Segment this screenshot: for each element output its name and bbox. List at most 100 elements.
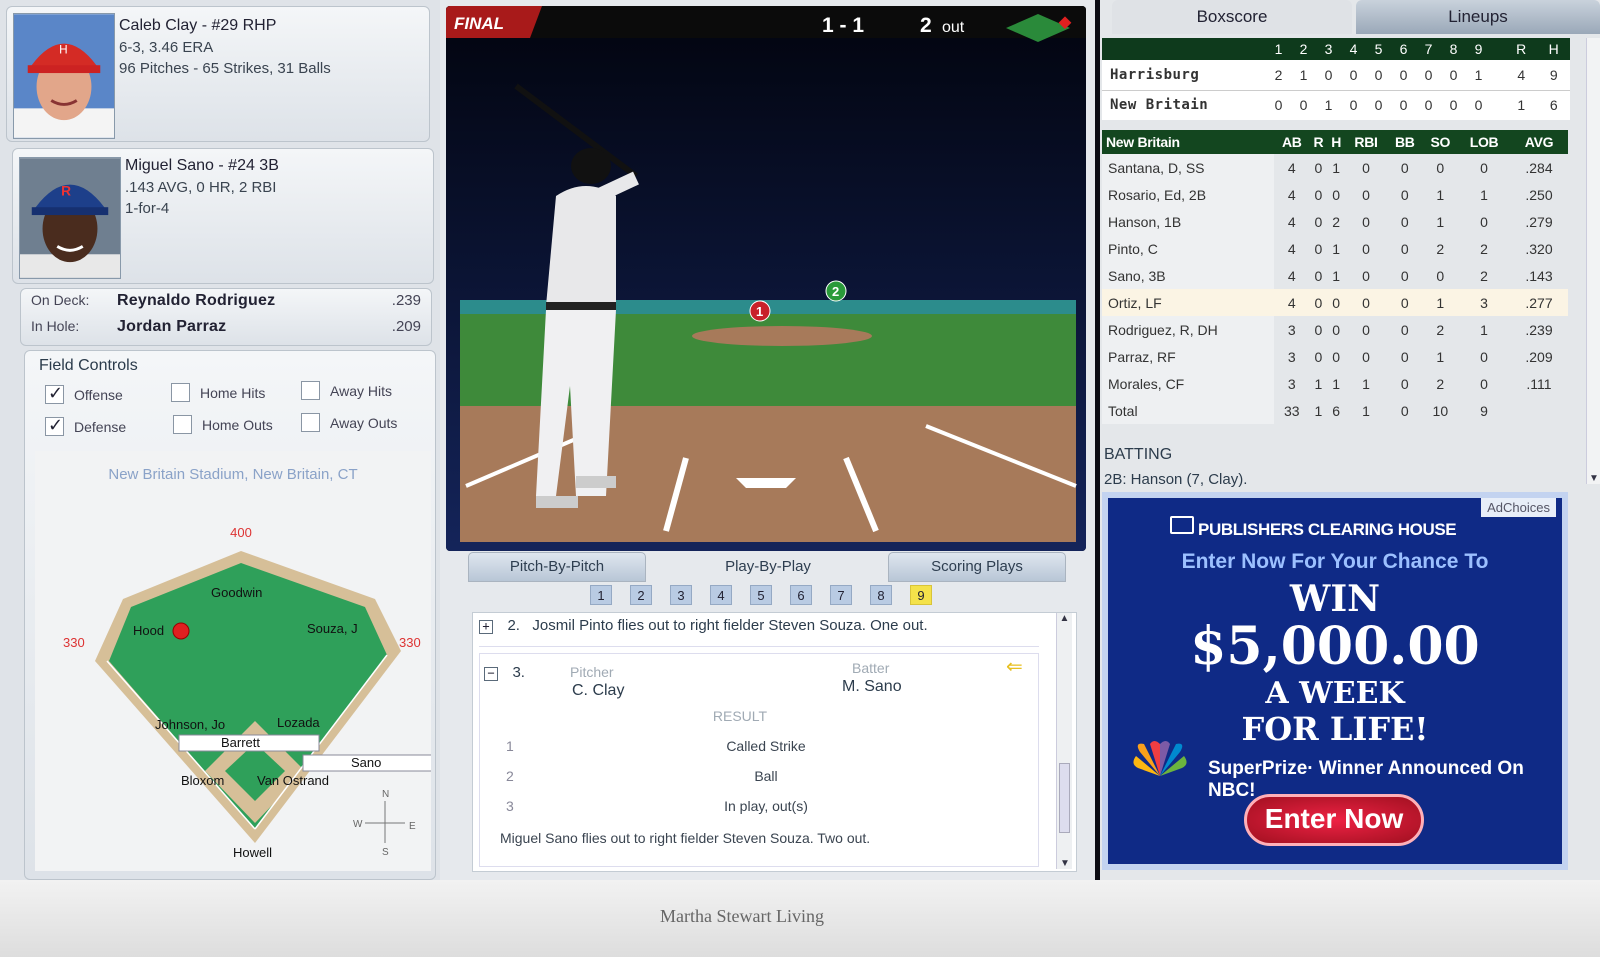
inning-button-8[interactable]: 8: [870, 585, 892, 605]
batter-marker-label[interactable]: Sano: [351, 755, 381, 770]
collapse-icon[interactable]: −: [484, 667, 498, 681]
fielder-rf[interactable]: Souza, J: [307, 621, 358, 636]
batter-row: Rodriguez, R, DH 3 0 0 0 0 2 1.239: [1102, 316, 1568, 343]
expand-icon[interactable]: +: [479, 620, 493, 634]
stat-avg: .239: [1525, 321, 1553, 338]
team-name[interactable]: New Britain: [1102, 90, 1266, 120]
away-hits-check-box[interactable]: [301, 381, 320, 400]
play-number: 2.: [507, 617, 520, 634]
stat-rbi: 0: [1362, 186, 1370, 203]
tab-scoring-plays[interactable]: Scoring Plays: [888, 552, 1066, 582]
adchoices-link[interactable]: AdChoices: [1481, 498, 1556, 517]
player-name[interactable]: Ortiz, LF: [1102, 289, 1274, 316]
defense-checkbox[interactable]: Defense: [45, 415, 127, 436]
fielder-1b[interactable]: Van Ostrand: [257, 773, 329, 788]
stat-so: 1: [1436, 186, 1445, 203]
stat-lob: 1: [1480, 321, 1488, 338]
player-name[interactable]: Morales, CF: [1102, 370, 1274, 397]
fielder-c[interactable]: Howell: [233, 845, 272, 860]
inning-score: 0: [1474, 97, 1483, 114]
tab-play-by-play[interactable]: Play-By-Play: [648, 552, 888, 582]
inning-score: 0: [1374, 97, 1383, 114]
in-hole-name[interactable]: Jordan Parraz: [117, 318, 373, 336]
home-hits-checkbox[interactable]: Home Hits: [171, 383, 265, 402]
player-name[interactable]: Sano, 3B: [1102, 262, 1274, 289]
inning-header: 5: [1366, 38, 1391, 60]
inning-button-6[interactable]: 6: [790, 585, 812, 605]
total-row: Total 33 1 6 1 0 10 9: [1102, 397, 1568, 424]
player-name[interactable]: Hanson, 1B: [1102, 208, 1274, 235]
inning-button-7[interactable]: 7: [830, 585, 852, 605]
stat-ab: 4: [1287, 240, 1296, 257]
runs-header: R: [1505, 38, 1538, 60]
fielder-lf[interactable]: Hood: [133, 623, 164, 638]
stat-rbi: 0: [1362, 213, 1370, 230]
boxscore-scrollbar[interactable]: ▼: [1586, 38, 1600, 484]
inning-score: 0: [1274, 97, 1283, 114]
batter-row: Rosario, Ed, 2B 4 0 0 0 0 1 1.250: [1102, 181, 1568, 208]
team-header[interactable]: New Britain: [1102, 130, 1274, 154]
stat-so: 2: [1436, 375, 1445, 392]
pbp-scrollbar[interactable]: ▲ ▼: [1056, 613, 1072, 869]
away-outs-check-box[interactable]: [301, 413, 320, 432]
inning-button-1[interactable]: 1: [590, 585, 612, 605]
player-name[interactable]: Rodriguez, R, DH: [1102, 316, 1274, 343]
batter-row: Santana, D, SS 4 0 1 0 0 0 0.284: [1102, 154, 1568, 181]
inning-button-9[interactable]: 9: [910, 585, 932, 605]
player-name[interactable]: Santana, D, SS: [1102, 154, 1274, 181]
on-deck-name[interactable]: Reynaldo Rodriguez: [117, 292, 373, 310]
batter-value[interactable]: M. Sano: [842, 678, 902, 696]
stat-r: 0: [1314, 213, 1323, 230]
in-hole-row: In Hole: Jordan Parraz .209: [31, 318, 421, 344]
defense-check-box[interactable]: [45, 415, 64, 436]
stadium-label: New Britain Stadium, New Britain, CT: [108, 466, 357, 483]
tab-lineups[interactable]: Lineups: [1356, 0, 1600, 34]
inning-score: 0: [1399, 97, 1408, 114]
stat-avg: .111: [1526, 375, 1552, 392]
inning-button-5[interactable]: 5: [750, 585, 772, 605]
scroll-up-icon[interactable]: ▲: [1057, 613, 1072, 624]
fielder-ss[interactable]: Johnson, Jo: [155, 717, 225, 732]
player-name[interactable]: Pinto, C: [1102, 235, 1274, 262]
enter-now-button[interactable]: Enter Now: [1244, 794, 1424, 846]
play-item-2[interactable]: + 2. Josmil Pinto flies out to right fie…: [479, 617, 1039, 647]
team-name[interactable]: Harrisburg: [1102, 60, 1266, 90]
defense-label: Defense: [74, 418, 127, 435]
ad-tagline: Enter Now For Your Chance To: [1181, 550, 1489, 573]
field-controls-title: Field Controls: [39, 357, 138, 374]
fielder-cf[interactable]: Goodwin: [211, 585, 262, 600]
advertisement[interactable]: AdChoices PUBLISHERS CLEARING HOUSE Ente…: [1102, 492, 1568, 870]
tab-pitch-by-pitch[interactable]: Pitch-By-Pitch: [468, 552, 646, 582]
player-name[interactable]: Parraz, RF: [1102, 343, 1274, 370]
stat-avg: .209: [1525, 348, 1553, 365]
fielder-2b[interactable]: Lozada: [277, 715, 320, 730]
footer-text[interactable]: Martha Stewart Living: [660, 906, 824, 927]
field-controls-card: Field Controls Offense Home Hits Away Hi…: [24, 350, 440, 880]
scroll-down-icon[interactable]: ▼: [1587, 473, 1600, 484]
inning-button-4[interactable]: 4: [710, 585, 732, 605]
home-hits-check-box[interactable]: [171, 383, 190, 402]
batter-today: 1-for-4: [125, 200, 170, 217]
inning-button-2[interactable]: 2: [630, 585, 652, 605]
scroll-down-icon[interactable]: ▼: [1057, 858, 1073, 869]
offense-checkbox[interactable]: Offense: [45, 383, 123, 404]
fielder-3b[interactable]: Bloxom: [181, 773, 224, 788]
offense-check-box[interactable]: [45, 383, 64, 404]
stat-avg: .277: [1510, 289, 1568, 316]
stat-h: 1: [1332, 267, 1341, 284]
pitcher-value[interactable]: C. Clay: [572, 682, 624, 700]
inning-button-3[interactable]: 3: [670, 585, 692, 605]
hit-marker[interactable]: [172, 622, 190, 640]
stat-rbi: 0: [1362, 321, 1370, 338]
player-name[interactable]: Rosario, Ed, 2B: [1102, 181, 1274, 208]
game-video-panel[interactable]: 1 2 FINAL 1 - 1 2 out: [446, 6, 1086, 551]
away-hits-checkbox[interactable]: Away Hits: [301, 381, 392, 400]
away-outs-checkbox[interactable]: Away Outs: [301, 413, 397, 432]
game-status: FINAL: [454, 14, 504, 33]
play-item-3: − 3. Pitcher C. Clay Batter M. Sano ⇐ RE…: [479, 653, 1039, 867]
scroll-thumb[interactable]: [1059, 763, 1070, 833]
fielder-p[interactable]: Barrett: [221, 735, 260, 750]
home-outs-checkbox[interactable]: Home Outs: [173, 415, 273, 434]
home-outs-check-box[interactable]: [173, 415, 192, 434]
tab-boxscore[interactable]: Boxscore: [1112, 0, 1352, 34]
